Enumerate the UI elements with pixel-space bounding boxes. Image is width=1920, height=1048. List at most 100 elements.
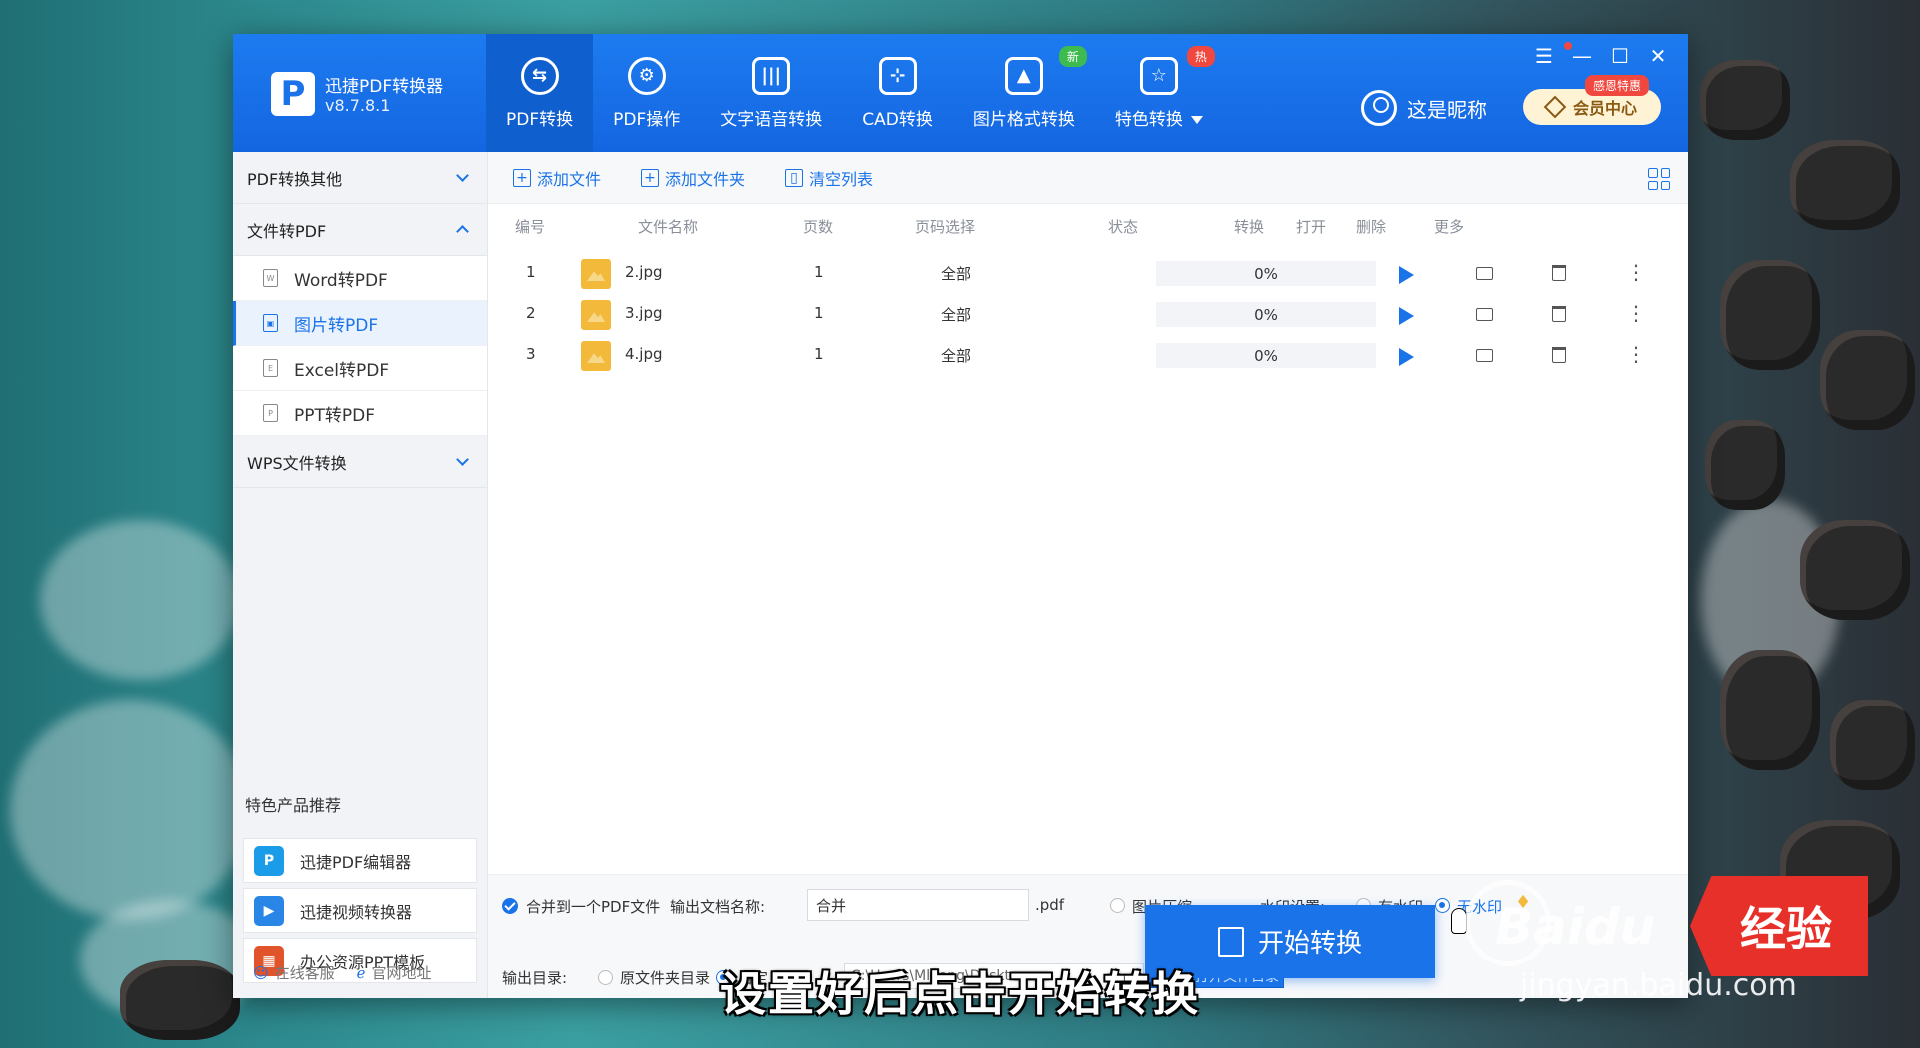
col-convert: 转换 — [1234, 218, 1265, 236]
app-logo: P — [271, 72, 315, 116]
cad-icon: ⊹ — [878, 56, 917, 95]
sidebar-item-image-to-pdf[interactable]: ▣ 图片转PDF — [233, 301, 487, 346]
row-status-progress: 0% — [1156, 302, 1376, 327]
output-name-label: 输出文档名称: — [670, 898, 766, 916]
row-pages: 1 — [814, 345, 824, 363]
col-delete: 删除 — [1356, 218, 1387, 236]
folder-open-icon[interactable] — [1476, 308, 1493, 321]
sidebar-group-label: 文件转PDF — [247, 221, 327, 241]
table-header: 编号 文件名称 页数 页码选择 状态 转换 打开 删除 更多 — [488, 210, 1688, 242]
nav-cad-convert[interactable]: ⊹ CAD转换 — [842, 34, 953, 152]
output-name-input[interactable] — [807, 889, 1029, 921]
nav-label: 特色转换 — [1115, 105, 1203, 130]
sidebar-group-file-to-pdf[interactable]: 文件转PDF — [233, 204, 487, 256]
main-nav: ⇆ PDF转换 ⚙ PDF操作 ||| 文字语音转换 ⊹ CAD转换 ▲ 图片格… — [486, 34, 1223, 152]
trash-icon[interactable] — [1552, 306, 1566, 322]
video-subtitle: 设置好后点击开始转换 — [720, 967, 1200, 1021]
close-icon[interactable]: ✕ — [1648, 44, 1668, 68]
folder-open-icon[interactable] — [1476, 349, 1493, 362]
minimize-icon[interactable]: — — [1572, 44, 1592, 68]
add-file-label: 添加文件 — [537, 169, 602, 189]
nav-label: CAD转换 — [862, 109, 933, 130]
add-folder-icon: + — [641, 168, 660, 187]
featured-pdf-editor[interactable]: P 迅捷PDF编辑器 — [243, 838, 477, 883]
sidebar-item-label: PPT转PDF — [294, 405, 376, 426]
play-icon[interactable] — [1399, 348, 1414, 366]
image-thumbnail-icon — [581, 259, 611, 289]
image-icon: ▲ — [1004, 56, 1043, 95]
user-avatar-icon — [1361, 90, 1397, 126]
hot-badge: 热 — [1186, 46, 1215, 67]
row-filename: 3.jpg — [625, 304, 663, 322]
play-icon[interactable] — [1399, 266, 1414, 284]
top-bar: P 迅捷PDF转换器 v8.7.8.1 ⇆ PDF转换 ⚙ PDF操作 ||| … — [233, 34, 1688, 152]
more-icon[interactable]: ⋮ — [1626, 262, 1646, 282]
col-status: 状态 — [1108, 218, 1139, 236]
trash-icon[interactable] — [1552, 265, 1566, 281]
featured-video-converter[interactable]: ▶ 迅捷视频转换器 — [243, 888, 477, 933]
col-more: 更多 — [1434, 218, 1465, 236]
more-icon[interactable]: ⋮ — [1626, 344, 1646, 364]
nav-image-format[interactable]: ▲ 图片格式转换 新 — [953, 34, 1095, 152]
sidebar: PDF转换其他 文件转PDF W Word转PDF ▣ 图片转PDF E Exc… — [233, 152, 488, 998]
vip-label: 会员中心 — [1572, 99, 1637, 118]
col-name: 文件名称 — [638, 218, 699, 236]
sidebar-group-wps[interactable]: WPS文件转换 — [233, 436, 487, 488]
row-range[interactable]: 全部 — [941, 263, 971, 284]
sidebar-item-label: 图片转PDF — [294, 315, 379, 336]
trash-icon: ▯ — [785, 168, 804, 187]
table-row[interactable]: 1 2.jpg 1 全部 0% ⋮ — [488, 256, 1688, 296]
vip-promo-badge: 感恩特惠 — [1585, 75, 1650, 96]
add-file-icon: + — [513, 168, 531, 187]
trash-icon[interactable] — [1552, 347, 1566, 363]
nav-label: PDF转换 — [506, 109, 574, 130]
nav-label: 文字语音转换 — [720, 109, 823, 130]
play-icon[interactable] — [1399, 307, 1414, 325]
app-window: P 迅捷PDF转换器 v8.7.8.1 ⇆ PDF转换 ⚙ PDF操作 ||| … — [233, 34, 1688, 998]
row-range[interactable]: 全部 — [941, 304, 971, 325]
col-open: 打开 — [1296, 218, 1327, 236]
user-profile[interactable]: 这是昵称 — [1361, 90, 1487, 126]
watermark-off-radio[interactable] — [1435, 898, 1450, 913]
sidebar-item-ppt-to-pdf[interactable]: P PPT转PDF — [233, 391, 487, 436]
nav-label: PDF操作 — [613, 109, 681, 130]
app-title: 迅捷PDF转换器 — [325, 77, 444, 97]
add-folder-label: 添加文件夹 — [665, 169, 746, 189]
merge-checkbox[interactable] — [502, 898, 518, 914]
row-range[interactable]: 全部 — [941, 345, 971, 366]
nav-special-convert[interactable]: ☆ 特色转换 热 — [1095, 34, 1223, 152]
compress-checkbox[interactable] — [1110, 898, 1125, 913]
featured-label: 迅捷PDF编辑器 — [300, 852, 412, 872]
grid-view-icon[interactable] — [1648, 168, 1670, 190]
add-file-button[interactable]: + 添加文件 — [513, 166, 601, 190]
nav-label-text: 特色转换 — [1114, 109, 1183, 130]
col-pages: 页数 — [803, 218, 834, 236]
table-row[interactable]: 3 4.jpg 1 全部 0% ⋮ — [488, 338, 1688, 378]
sidebar-item-word-to-pdf[interactable]: W Word转PDF — [233, 256, 487, 301]
more-icon[interactable]: ⋮ — [1626, 303, 1646, 323]
nav-pdf-operate[interactable]: ⚙ PDF操作 — [593, 34, 700, 152]
maximize-icon[interactable]: ☐ — [1610, 44, 1630, 68]
folder-open-icon[interactable] — [1476, 267, 1493, 280]
add-folder-button[interactable]: + 添加文件夹 — [641, 166, 745, 190]
watermark-text: Baidu — [1495, 898, 1656, 956]
caret-down-icon — [1190, 115, 1203, 124]
table-row[interactable]: 2 3.jpg 1 全部 0% ⋮ — [488, 297, 1688, 337]
window-controls: ☰ — ☐ ✕ — [1534, 44, 1668, 68]
clear-list-label: 清空列表 — [809, 169, 874, 189]
nav-text-speech[interactable]: ||| 文字语音转换 — [700, 34, 842, 152]
diamond-icon — [1543, 95, 1567, 119]
sidebar-group-label: PDF转换其他 — [247, 169, 343, 189]
row-no: 1 — [526, 263, 536, 281]
chevron-down-icon — [456, 169, 469, 182]
sidebar-item-excel-to-pdf[interactable]: E Excel转PDF — [233, 346, 487, 391]
featured-label: 迅捷视频转换器 — [300, 902, 413, 922]
row-status-progress: 0% — [1156, 343, 1376, 368]
clear-list-button[interactable]: ▯ 清空列表 — [785, 166, 873, 190]
sidebar-group-pdf-other[interactable]: PDF转换其他 — [233, 152, 487, 204]
nav-pdf-convert[interactable]: ⇆ PDF转换 — [486, 34, 594, 152]
menu-icon[interactable]: ☰ — [1534, 44, 1554, 68]
col-range: 页码选择 — [915, 218, 976, 236]
soundwave-icon: ||| — [752, 56, 791, 95]
row-pages: 1 — [814, 263, 824, 281]
